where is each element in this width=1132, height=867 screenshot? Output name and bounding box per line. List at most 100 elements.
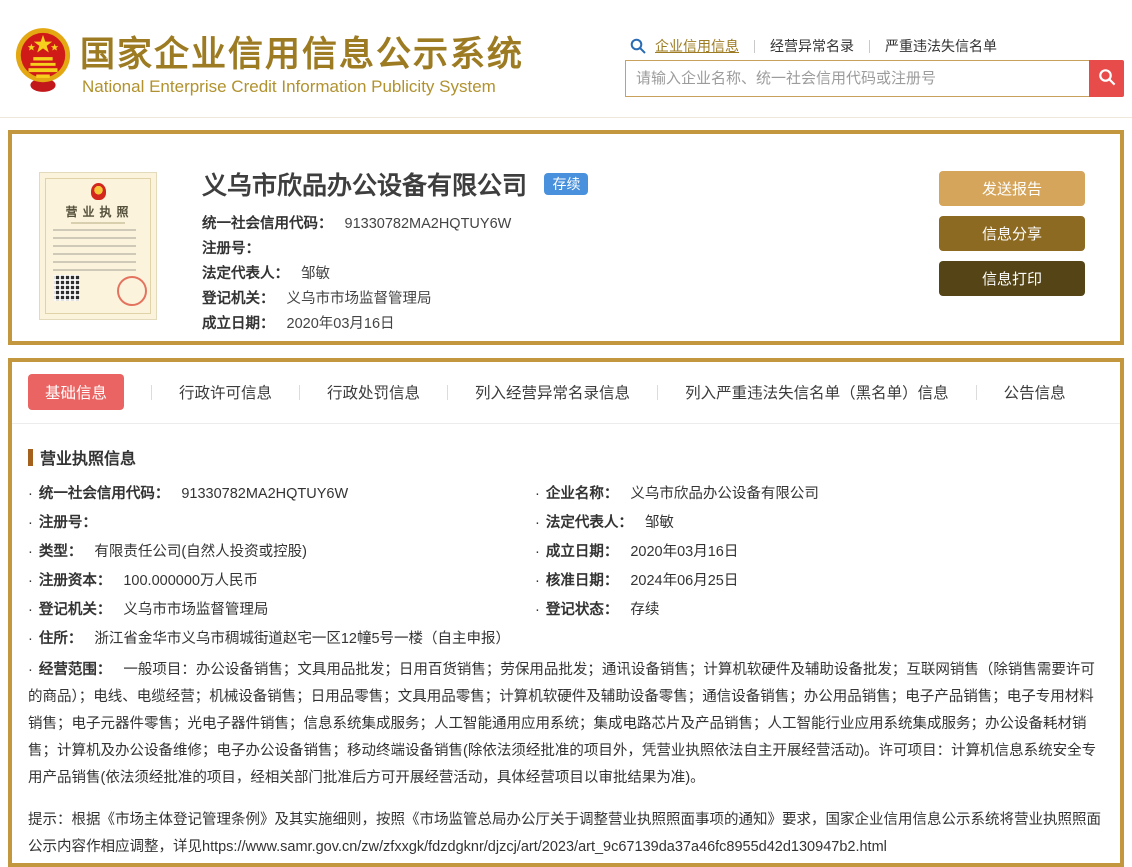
license-frame: 营业执照 bbox=[45, 178, 151, 314]
tab-serious-violations-blacklist[interactable]: 列入严重违法失信名单（黑名单）信息 bbox=[685, 381, 949, 403]
section-marker bbox=[28, 448, 33, 466]
business-scope-row: · 经营范围： 一般项目：办公设备销售；文具用品批发；日用百货销售；劳保用品批发；通… bbox=[28, 657, 1104, 792]
field-value: 2020年03月16日 bbox=[630, 544, 739, 560]
field-value: 一般项目：办公设备销售；文具用品批发；日用百货销售；劳保用品批发；通讯设备销售；… bbox=[28, 662, 1097, 786]
divider bbox=[754, 39, 755, 53]
field-value: 义乌市市场监督管理局 bbox=[286, 291, 432, 307]
nav-link-enterprise-credit[interactable]: 企业信用信息 bbox=[655, 36, 739, 56]
field-value: 浙江省金华市义乌市稠城街道赵宅一区12幢5号一楼（自主申报） bbox=[94, 631, 511, 647]
notice-text: 提示：根据《市场主体登记管理条例》及其实施细则，按照《市场监管总局办公厅关于调整… bbox=[28, 812, 1101, 855]
site-subtitle: National Enterprise Credit Information P… bbox=[82, 77, 496, 96]
field-label: 住所： bbox=[38, 631, 83, 647]
status-badge: 存续 bbox=[544, 173, 589, 195]
bullet: · bbox=[535, 515, 540, 531]
divider bbox=[975, 384, 977, 400]
tab-bar: 基础信息 行政许可信息 行政处罚信息 列入经营异常名录信息 列入严重违法失信名单… bbox=[12, 362, 1120, 424]
detail-card: 基础信息 行政许可信息 行政处罚信息 列入经营异常名录信息 列入严重违法失信名单… bbox=[8, 358, 1124, 867]
license-title: 营业执照 bbox=[65, 205, 134, 219]
divider bbox=[151, 384, 153, 400]
field-value: 邹敏 bbox=[301, 266, 330, 282]
top-nav: 企业信用信息 经营异常名录 严重违法失信名单 bbox=[630, 36, 997, 56]
tab-administrative-license[interactable]: 行政许可信息 bbox=[179, 381, 272, 403]
red-seal bbox=[117, 276, 147, 306]
bullet: · bbox=[28, 573, 33, 589]
bullet: · bbox=[28, 602, 33, 618]
tab-announcements[interactable]: 公告信息 bbox=[1004, 381, 1066, 403]
bullet: · bbox=[535, 602, 540, 618]
send-report-button[interactable]: 发送报告 bbox=[939, 171, 1085, 206]
field-value: 2024年06月25日 bbox=[630, 573, 739, 589]
field-row: · 企业名称： 义乌市欣品办公设备有限公司 bbox=[535, 484, 1104, 504]
field-row: · 统一社会信用代码： 91330782MA2HQTUY6W bbox=[28, 484, 535, 504]
field-label: 登记机关： bbox=[38, 602, 112, 618]
address-row: · 住所： 浙江省金华市义乌市稠城街道赵宅一区12幢5号一楼（自主申报） bbox=[28, 629, 1104, 649]
section-title: 营业执照信息 bbox=[28, 445, 1104, 469]
field-row: · 类型： 有限责任公司(自然人投资或控股) bbox=[28, 542, 535, 562]
field-label: 经营范围： bbox=[38, 662, 112, 678]
tab-abnormal-operations-list[interactable]: 列入经营异常名录信息 bbox=[475, 381, 630, 403]
field-row: · 注册号： bbox=[28, 513, 535, 533]
field-value: 91330782MA2HQTUY6W bbox=[344, 216, 512, 232]
summary-row: 登记机关： 义乌市市场监督管理局 bbox=[202, 290, 588, 308]
tab-basic-info[interactable]: 基础信息 bbox=[28, 374, 125, 410]
field-value: 义乌市市场监督管理局 bbox=[123, 602, 269, 618]
bullet: · bbox=[535, 573, 540, 589]
summary-row: 统一社会信用代码： 91330782MA2HQTUY6W bbox=[202, 215, 588, 233]
field-label: 注册资本： bbox=[38, 573, 112, 589]
field-row: · 成立日期： 2020年03月16日 bbox=[535, 542, 1104, 562]
business-license-thumbnail[interactable]: 营业执照 bbox=[39, 172, 157, 320]
field-row: · 登记机关： 义乌市市场监督管理局 bbox=[28, 600, 535, 620]
bullet: · bbox=[28, 544, 33, 560]
nav-link-abnormal-operations[interactable]: 经营异常名录 bbox=[770, 36, 854, 56]
field-value: 100.000000万人民币 bbox=[123, 573, 258, 589]
qr-code bbox=[54, 275, 80, 301]
info-print-button[interactable]: 信息打印 bbox=[939, 261, 1085, 296]
bullet: · bbox=[28, 631, 33, 647]
field-value: 有限责任公司(自然人投资或控股) bbox=[94, 544, 307, 560]
field-value: 存续 bbox=[630, 602, 660, 618]
tab-administrative-penalty[interactable]: 行政处罚信息 bbox=[327, 381, 420, 403]
bullet: · bbox=[28, 515, 33, 531]
field-row: · 登记状态： 存续 bbox=[535, 600, 1104, 620]
company-name: 义乌市欣品办公设备有限公司 bbox=[202, 172, 528, 200]
search-input[interactable] bbox=[625, 60, 1089, 97]
nav-link-serious-violations[interactable]: 严重违法失信名单 bbox=[885, 36, 997, 56]
divider bbox=[869, 39, 870, 53]
summary-row: 法定代表人： 邹敏 bbox=[202, 265, 588, 283]
field-label: 法定代表人： bbox=[202, 266, 289, 282]
field-row: · 注册资本： 100.000000万人民币 bbox=[28, 571, 535, 591]
site-title: 国家企业信用信息公示系统 bbox=[80, 35, 525, 74]
license-text-lines bbox=[53, 229, 136, 273]
info-share-button[interactable]: 信息分享 bbox=[939, 216, 1085, 251]
field-value: 邹敏 bbox=[644, 515, 674, 531]
divider bbox=[299, 384, 301, 400]
bullet: · bbox=[535, 486, 540, 502]
summary-fields: 统一社会信用代码： 91330782MA2HQTUY6W 注册号： 法定代表人： 邹… bbox=[202, 215, 588, 333]
field-label: 登记机关： bbox=[202, 291, 275, 307]
field-label: 成立日期： bbox=[202, 316, 275, 332]
field-label: 成立日期： bbox=[545, 544, 619, 560]
field-label: 统一社会信用代码： bbox=[202, 216, 333, 232]
license-fields-grid: · 统一社会信用代码： 91330782MA2HQTUY6W · 企业名称： 义乌市欣品… bbox=[28, 484, 1104, 620]
site-header: 国家企业信用信息公示系统 National Enterprise Credit … bbox=[0, 0, 1132, 118]
search-icon bbox=[1098, 68, 1116, 89]
section-title-text: 营业执照信息 bbox=[40, 451, 137, 468]
national-emblem-logo bbox=[15, 28, 71, 92]
company-summary-card: 营业执照 义乌市欣品办公设备有限公司 存续 统一社会信用代码： 91330782M… bbox=[8, 130, 1124, 345]
field-row: · 法定代表人： 邹敏 bbox=[535, 513, 1104, 533]
summary-row: 成立日期： 2020年03月16日 bbox=[202, 315, 588, 333]
search-button[interactable] bbox=[1089, 60, 1124, 97]
license-emblem-icon bbox=[90, 183, 106, 200]
divider bbox=[447, 384, 449, 400]
bullet: · bbox=[28, 486, 33, 502]
field-label: 企业名称： bbox=[545, 486, 619, 502]
field-row: · 核准日期： 2024年06月25日 bbox=[535, 571, 1104, 591]
field-value: 义乌市欣品办公设备有限公司 bbox=[630, 486, 819, 502]
search-bar bbox=[625, 60, 1124, 97]
field-label: 注册号： bbox=[202, 241, 260, 257]
search-icon bbox=[630, 38, 646, 54]
field-label: 核准日期： bbox=[545, 573, 619, 589]
field-label: 类型： bbox=[38, 544, 83, 560]
field-value: 2020年03月16日 bbox=[286, 316, 395, 332]
field-label: 注册号： bbox=[38, 515, 97, 531]
